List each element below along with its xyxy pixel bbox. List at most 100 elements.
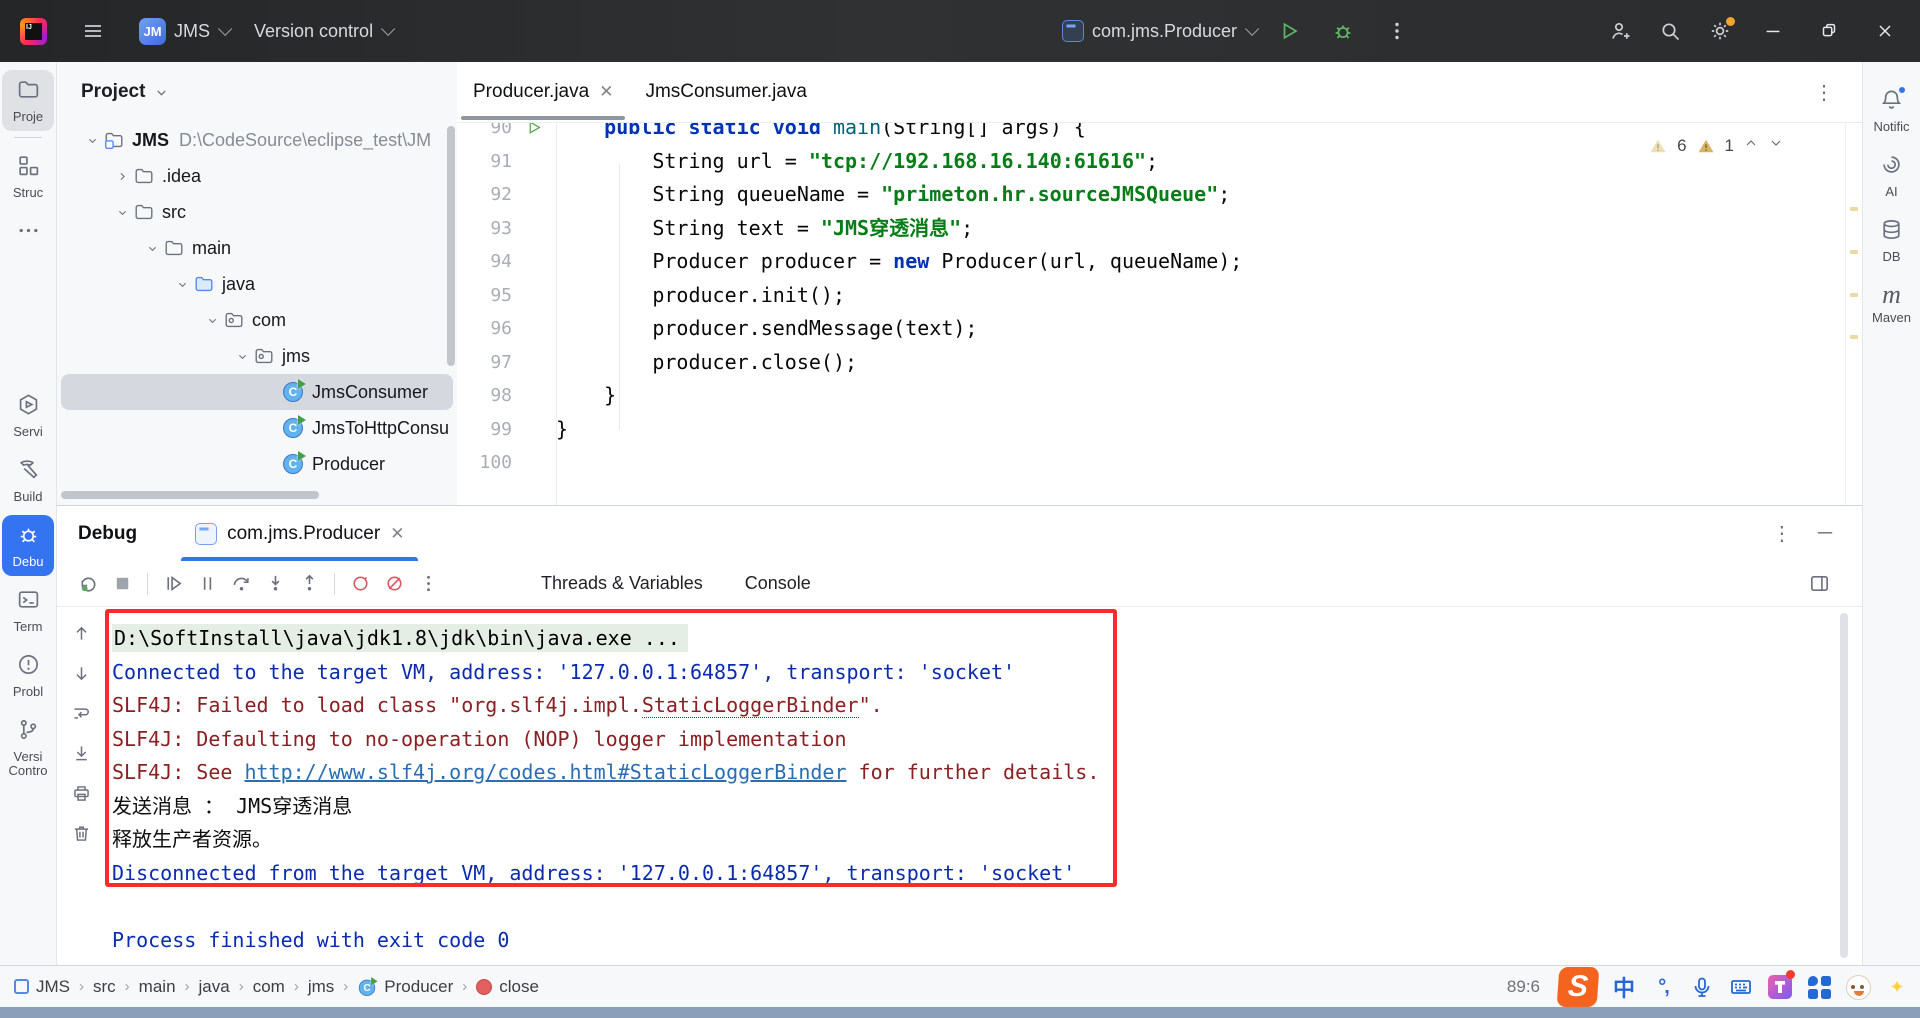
- editor-body[interactable]: 90 public static void main(String[] args…: [457, 123, 1862, 505]
- sidebar-item-version-control[interactable]: Versi Contro: [2, 710, 54, 785]
- sidebar-item-structure[interactable]: Struc: [2, 146, 54, 207]
- chevron-right-icon[interactable]: [111, 165, 133, 187]
- step-over-button[interactable]: [224, 567, 258, 601]
- sidebar-item-maven[interactable]: mMaven: [1866, 275, 1918, 332]
- tree-row[interactable]: CJmsConsumer: [61, 374, 453, 410]
- microphone-icon[interactable]: [1689, 974, 1715, 1000]
- trash-button[interactable]: [69, 821, 93, 845]
- console-link[interactable]: http://www.slf4j.org/codes.html#StaticLo…: [244, 760, 846, 784]
- breadcrumb-item[interactable]: main: [139, 977, 176, 997]
- caret-position[interactable]: 89:6: [1507, 977, 1540, 997]
- search-everywhere-button[interactable]: [1650, 11, 1690, 51]
- sidebar-item-project[interactable]: Proje: [2, 70, 54, 131]
- layout-settings-button[interactable]: [1802, 567, 1836, 601]
- sidebar-item-problems[interactable]: Probl: [2, 645, 54, 706]
- breadcrumb-item[interactable]: src: [93, 977, 116, 997]
- run-line-icon[interactable]: [512, 123, 556, 136]
- breakpoints-button[interactable]: [343, 567, 377, 601]
- sidebar-item-build[interactable]: Build: [2, 450, 54, 511]
- view-tab-threads-variables[interactable]: Threads & Variables: [541, 573, 703, 594]
- hide-panel-icon[interactable]: ─: [1818, 522, 1832, 545]
- resume-button[interactable]: [156, 567, 190, 601]
- tab-producer-java[interactable]: Producer.java✕: [457, 62, 629, 122]
- restore-button[interactable]: [1806, 8, 1852, 54]
- tree-horizontal-scrollbar[interactable]: [61, 491, 319, 499]
- virtual-keyboard-icon[interactable]: [1728, 974, 1754, 1000]
- sidebar-item-debug[interactable]: Debu: [2, 515, 54, 576]
- tab-jmsconsumer-java[interactable]: JmsConsumer.java: [629, 62, 823, 122]
- tree-row[interactable]: CProducer: [61, 446, 453, 482]
- sogou-toolbox-icon[interactable]: [1806, 974, 1832, 1000]
- warning-mark[interactable]: [1850, 335, 1858, 339]
- chevron-down-icon[interactable]: [171, 273, 193, 295]
- debug-session-tab[interactable]: com.jms.Producer ✕: [179, 506, 420, 561]
- settings-button[interactable]: [1700, 11, 1740, 51]
- close-tab-icon[interactable]: ✕: [390, 524, 404, 544]
- chevron-down-icon[interactable]: [154, 85, 169, 100]
- close-tab-icon[interactable]: ✕: [599, 82, 613, 102]
- breadcrumb-item[interactable]: close: [476, 977, 539, 997]
- skin-tool-icon[interactable]: [1767, 974, 1793, 1000]
- chevron-down-icon[interactable]: [111, 201, 133, 223]
- warning-mark[interactable]: [1850, 207, 1858, 211]
- chevron-down-icon[interactable]: [201, 309, 223, 331]
- sidebar-item-services[interactable]: Servi: [2, 385, 54, 446]
- debug-options-kebab-icon[interactable]: ⋮: [1772, 521, 1792, 546]
- console-output[interactable]: D:\SoftInstall\java\jdk1.8\jdk\bin\java.…: [105, 607, 1862, 965]
- tree-row[interactable]: .idea: [61, 158, 453, 194]
- view-tab-console[interactable]: Console: [745, 573, 811, 594]
- sparkle-icon[interactable]: ✦: [1884, 974, 1910, 1000]
- tree-row[interactable]: JMSD:\CodeSource\eclipse_test\JM: [61, 122, 453, 158]
- pause-button[interactable]: [190, 567, 224, 601]
- project-widget[interactable]: JM JMS: [139, 18, 228, 45]
- close-button[interactable]: [1862, 8, 1908, 54]
- kebab-button[interactable]: [411, 567, 445, 601]
- sidebar-item-more[interactable]: [2, 211, 54, 255]
- tree-row[interactable]: jms: [61, 338, 453, 374]
- run-configuration-selector[interactable]: com.jms.Producer: [1062, 20, 1255, 42]
- tree-row[interactable]: com: [61, 302, 453, 338]
- console-scrollbar[interactable]: [1840, 613, 1848, 958]
- inspection-widget[interactable]: 6 1: [1648, 135, 1784, 156]
- mute-breakpoints-button[interactable]: [377, 567, 411, 601]
- tree-row[interactable]: main: [61, 230, 453, 266]
- breadcrumb-item[interactable]: CProducer: [357, 977, 453, 997]
- chevron-down-icon[interactable]: [231, 345, 253, 367]
- more-actions-button[interactable]: [1377, 11, 1417, 51]
- sidebar-item-terminal[interactable]: Term: [2, 580, 54, 641]
- tree-vertical-scrollbar[interactable]: [447, 126, 455, 366]
- print-button[interactable]: [69, 781, 93, 805]
- chevron-down-icon[interactable]: [141, 237, 163, 259]
- main-menu-button[interactable]: [73, 11, 113, 51]
- error-stripe[interactable]: [1845, 123, 1862, 505]
- chevron-down-icon[interactable]: [81, 129, 103, 151]
- tree-row[interactable]: src: [61, 194, 453, 230]
- soft-wrap-button[interactable]: [69, 701, 93, 725]
- emoji-picker-icon[interactable]: [1845, 974, 1871, 1000]
- sidebar-item-notifications[interactable]: Notific: [1866, 80, 1918, 141]
- chinese-mode-icon[interactable]: 中: [1611, 974, 1637, 1000]
- arrow-down-button[interactable]: [69, 661, 93, 685]
- tree-row[interactable]: CJmsToHttpConsu: [61, 410, 453, 446]
- run-button[interactable]: [1269, 11, 1309, 51]
- warning-mark[interactable]: [1850, 250, 1858, 254]
- code-with-me-button[interactable]: [1600, 11, 1640, 51]
- vcs-widget[interactable]: Version control: [254, 21, 391, 42]
- arrow-up-button[interactable]: [69, 621, 93, 645]
- breadcrumb-item[interactable]: JMS: [14, 977, 70, 997]
- sidebar-item-database[interactable]: DB: [1866, 210, 1918, 271]
- scroll-end-button[interactable]: [69, 741, 93, 765]
- sidebar-item-ai-assistant[interactable]: AI: [1866, 145, 1918, 206]
- punctuation-icon[interactable]: °,: [1650, 974, 1676, 1000]
- step-out-button[interactable]: [292, 567, 326, 601]
- step-into-button[interactable]: [258, 567, 292, 601]
- rerun-button[interactable]: [71, 567, 105, 601]
- next-problem-button[interactable]: [1768, 135, 1784, 156]
- prev-problem-button[interactable]: [1743, 135, 1759, 156]
- debug-button[interactable]: [1323, 11, 1363, 51]
- breadcrumb-item[interactable]: java: [199, 977, 230, 997]
- minimize-button[interactable]: [1750, 8, 1796, 54]
- tab-options-kebab-icon[interactable]: ⋮: [1814, 80, 1834, 105]
- sogou-logo-icon[interactable]: S: [1557, 967, 1600, 1007]
- tree-row[interactable]: java: [61, 266, 453, 302]
